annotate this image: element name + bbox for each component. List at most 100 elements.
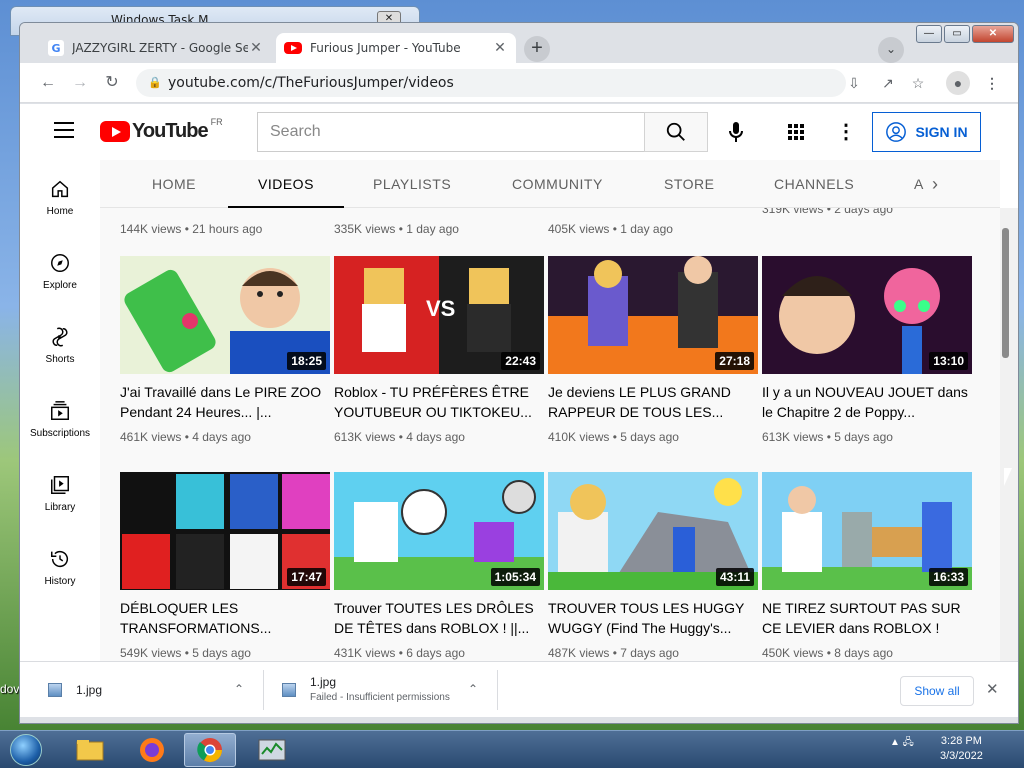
chevron-up-icon[interactable]: ⌃ — [234, 682, 244, 696]
video-title[interactable]: TROUVER TOUS LES HUGGY WUGGY (Find The H… — [548, 598, 758, 638]
sign-in-button[interactable]: SIGN IN — [872, 112, 981, 152]
forward-icon[interactable]: → — [68, 71, 92, 95]
video-duration: 18:25 — [287, 352, 326, 370]
video-meta: 144K views • 21 hours ago — [120, 222, 263, 236]
video-card[interactable]: 43:11 TROUVER TOUS LES HUGGY WUGGY (Find… — [548, 472, 758, 660]
mic-icon[interactable] — [724, 120, 748, 144]
new-tab-button[interactable]: + — [524, 36, 550, 62]
tab-google-search[interactable]: G JAZZYGIRL ZERTY - Google Searc ✕ — [40, 33, 272, 63]
maximize-icon[interactable]: ▭ — [944, 25, 970, 43]
image-file-icon — [282, 683, 296, 697]
video-meta: 431K views • 6 days ago — [334, 646, 465, 660]
chrome-taskbar-icon[interactable] — [184, 733, 236, 767]
video-card[interactable]: 27:18 Je deviens LE PLUS GRAND RAPPEUR D… — [548, 256, 758, 444]
show-all-button[interactable]: Show all — [900, 676, 974, 706]
guide-item-home[interactable]: Home — [20, 178, 100, 217]
tab-community[interactable]: COMMUNITY — [512, 160, 603, 208]
share-icon[interactable]: ↗ — [876, 71, 900, 95]
video-thumbnail[interactable]: 17:47 — [120, 472, 330, 590]
video-card[interactable]: 18:25 J'ai Travaillé dans Le PIRE ZOO Pe… — [120, 256, 330, 444]
youtube-logo[interactable]: YouTube FR — [100, 117, 223, 143]
tab-label: JAZZYGIRL ZERTY - Google Searc — [72, 41, 248, 55]
tab-search-button[interactable]: ⌄ — [878, 37, 904, 63]
video-card[interactable]: 13:10 Il y a un NOUVEAU JOUET dans le Ch… — [762, 256, 972, 444]
chevron-up-icon[interactable]: ⌃ — [468, 682, 478, 696]
system-clock[interactable]: 3:28 PM 3/3/2022 — [940, 734, 983, 764]
video-title[interactable]: Trouver TOUTES LES DRÔLES DE TÊTES dans … — [334, 598, 544, 638]
bookmark-star-icon[interactable]: ☆ — [906, 71, 930, 95]
video-title[interactable]: DÉBLOQUER LES TRANSFORMATIONS... — [120, 598, 330, 638]
minimize-icon[interactable]: — — [916, 25, 942, 43]
menu-icon[interactable] — [54, 122, 74, 138]
video-thumbnail[interactable]: 1:05:34 — [334, 472, 544, 590]
address-bar[interactable]: 🔒 youtube.com/c/TheFuriousJumper/videos — [136, 69, 846, 97]
divider — [263, 670, 264, 710]
downloads-bar: 1.jpg ⌃ 1.jpg Failed - Insufficient perm… — [20, 661, 1018, 718]
taskbar: ▲ 🖧 3:28 PM 3/3/2022 — [0, 730, 1024, 768]
tab-youtube[interactable]: Furious Jumper - YouTube ✕ — [276, 33, 516, 63]
close-tab-icon[interactable]: ✕ — [248, 40, 264, 56]
divider — [497, 670, 498, 710]
image-file-icon — [48, 683, 62, 697]
download-item[interactable]: 1.jpg ⌃ — [48, 662, 248, 718]
guide-item-library[interactable]: Library — [20, 474, 100, 513]
tab-videos[interactable]: VIDEOS — [228, 160, 344, 208]
scrollbar-thumb[interactable] — [1002, 228, 1009, 358]
video-title[interactable]: Roblox - TU PRÉFÈRES ÊTRE YOUTUBEUR OU T… — [334, 382, 544, 422]
start-button[interactable] — [4, 731, 48, 768]
video-title[interactable]: NE TIREZ SURTOUT PAS SUR CE LEVIER dans … — [762, 598, 972, 638]
subscriptions-icon — [51, 401, 69, 420]
search-button[interactable] — [644, 112, 708, 152]
tab-playlists[interactable]: PLAYLISTS — [373, 160, 451, 208]
firefox-taskbar-icon[interactable] — [126, 733, 178, 767]
youtube-icon — [284, 42, 302, 54]
explorer-taskbar-icon[interactable] — [64, 733, 116, 767]
video-thumbnail[interactable]: 27:18 — [548, 256, 758, 374]
video-title[interactable]: J'ai Travaillé dans Le PIRE ZOO Pendant … — [120, 382, 330, 422]
video-thumbnail[interactable]: 13:10 — [762, 256, 972, 374]
video-thumbnail[interactable]: 18:25 — [120, 256, 330, 374]
profile-avatar-icon[interactable]: ● — [946, 71, 970, 95]
more-options-icon[interactable]: ⋮ — [836, 120, 856, 144]
back-icon[interactable]: ← — [36, 71, 60, 95]
video-thumbnail[interactable]: VS 22:43 — [334, 256, 544, 374]
chrome-menu-icon[interactable]: ⋮ — [980, 71, 1004, 95]
close-tab-icon[interactable]: ✕ — [492, 40, 508, 56]
guide-item-shorts[interactable]: Shorts — [20, 326, 100, 365]
video-thumbnail[interactable]: 16:33 — [762, 472, 972, 590]
tab-about-partial[interactable]: A — [914, 160, 924, 208]
video-card[interactable]: VS 22:43 Roblox - TU PRÉFÈRES ÊTRE YOUTU… — [334, 256, 544, 444]
video-card[interactable]: 16:33 NE TIREZ SURTOUT PAS SUR CE LEVIER… — [762, 472, 972, 660]
explore-icon — [51, 254, 69, 272]
close-window-icon[interactable]: ✕ — [972, 25, 1014, 43]
lock-icon[interactable]: 🔒 — [148, 69, 162, 97]
clock-date: 3/3/2022 — [940, 750, 983, 762]
guide-item-subscriptions[interactable]: Subscriptions — [20, 400, 100, 439]
shorts-icon — [52, 327, 68, 347]
tab-home[interactable]: HOME — [152, 160, 196, 208]
video-title[interactable]: Il y a un NOUVEAU JOUET dans le Chapitre… — [762, 382, 972, 422]
search-input[interactable]: Search — [257, 112, 644, 152]
chevron-right-icon[interactable]: › — [932, 174, 938, 195]
video-title[interactable]: Je deviens LE PLUS GRAND RAPPEUR DE TOUS… — [548, 382, 758, 422]
video-meta: 613K views • 5 days ago — [762, 430, 893, 444]
apps-grid-icon[interactable] — [786, 122, 806, 142]
tray-icons[interactable]: ▲ 🖧 — [890, 735, 914, 752]
guide-item-history[interactable]: History — [20, 548, 100, 587]
video-card[interactable]: 1:05:34 Trouver TOUTES LES DRÔLES DE TÊT… — [334, 472, 544, 660]
close-downloads-icon[interactable]: ✕ — [986, 680, 999, 698]
video-card[interactable]: 17:47 DÉBLOQUER LES TRANSFORMATIONS... 5… — [120, 472, 330, 660]
guide-item-explore[interactable]: Explore — [20, 252, 100, 291]
reload-icon[interactable]: ↻ — [100, 71, 124, 95]
search-icon — [666, 122, 685, 141]
video-meta: 335K views • 1 day ago — [334, 222, 459, 236]
video-thumbnail[interactable]: 43:11 — [548, 472, 758, 590]
tab-label: Furious Jumper - YouTube — [310, 41, 461, 55]
guide-label: Explore — [43, 280, 77, 291]
tab-store[interactable]: STORE — [664, 160, 714, 208]
download-item[interactable]: 1.jpg Failed - Insufficient permissions … — [282, 662, 482, 718]
tab-channels[interactable]: CHANNELS — [774, 160, 854, 208]
install-icon[interactable]: ⇩ — [842, 71, 866, 95]
video-duration: 27:18 — [715, 352, 754, 370]
task-manager-taskbar-icon[interactable] — [246, 733, 298, 767]
